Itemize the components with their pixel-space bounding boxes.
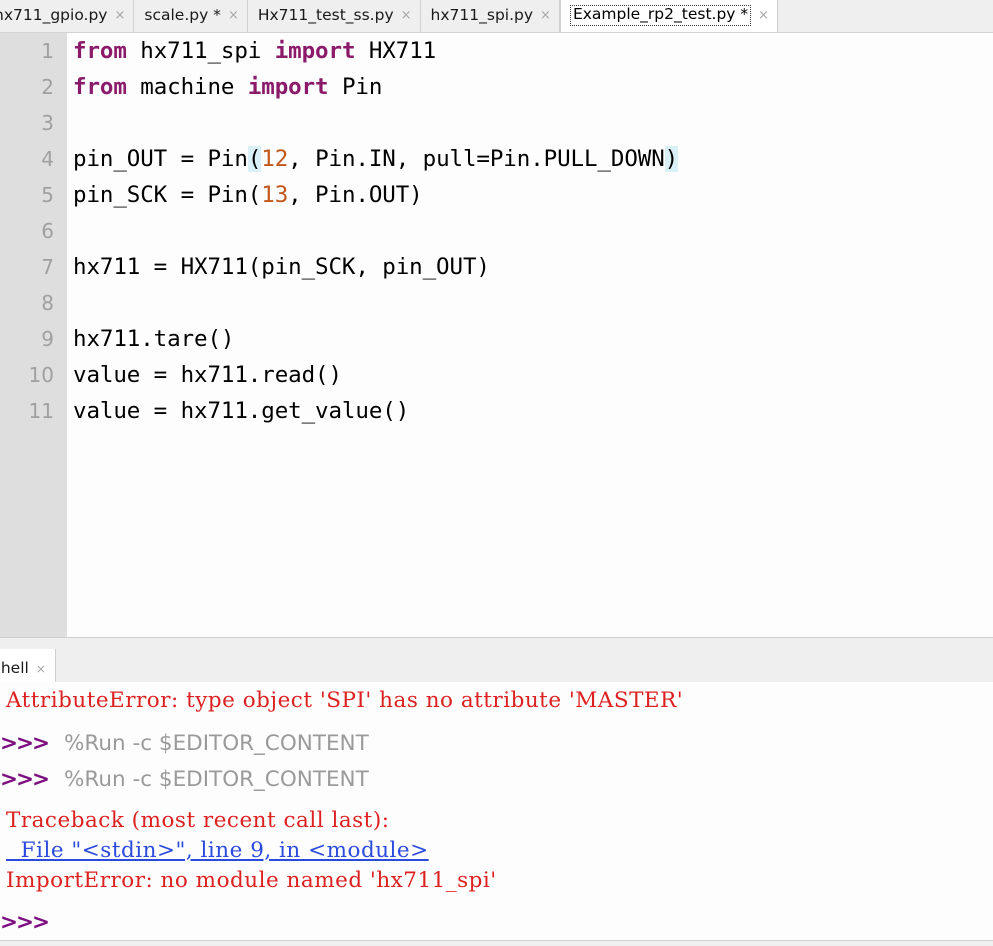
code-text: , Pin.OUT): [288, 182, 423, 208]
editor-tab-label: Hx711_test_ss.py: [257, 5, 394, 24]
shell-tab-label: Shell: [0, 658, 29, 677]
line-number: 4: [41, 147, 54, 171]
code-text-area[interactable]: from hx711_spi import HX711 from machine…: [67, 33, 993, 637]
editor-tab-label: hx711_gpio.py: [0, 5, 108, 24]
shell-error-line: ImportError: no module named 'hx711_spi': [6, 868, 497, 893]
keyword-from: from: [73, 74, 127, 100]
code-line-4: pin_OUT = Pin(12, Pin.IN, pull=Pin.PULL_…: [73, 141, 678, 177]
line-number: 5: [41, 183, 54, 207]
line-number: 11: [28, 399, 54, 423]
line-number: 9: [41, 327, 54, 351]
editor-tab-scale[interactable]: scale.py * ×: [134, 0, 248, 32]
matching-bracket: ): [664, 146, 679, 172]
code-line-7: hx711 = HX711(pin_SCK, pin_OUT): [73, 254, 490, 280]
line-number-gutter: 1 2 3 4 5 6 7 8 9 10 11: [0, 33, 67, 637]
shell-error-line: AttributeError: type object 'SPI' has no…: [6, 688, 684, 713]
code-text: Pin: [328, 74, 383, 100]
code-line-11: value = hx711.get_value(): [73, 398, 410, 424]
shell-output-console[interactable]: AttributeError: type object 'SPI' has no…: [0, 682, 993, 940]
line-number: 10: [28, 363, 54, 387]
code-text: , Pin.IN, pull=Pin.PULL_DOWN: [288, 146, 665, 172]
code-text: pin_OUT = Pin: [73, 146, 248, 172]
line-number: 7: [41, 255, 54, 279]
code-editor[interactable]: 1 2 3 4 5 6 7 8 9 10 11 from hx711_spi i…: [0, 33, 993, 637]
line-number: 6: [41, 219, 54, 243]
editor-tab-hx711-gpio[interactable]: hx711_gpio.py ×: [0, 0, 135, 32]
matching-bracket: (: [247, 146, 262, 172]
shell-prompt: >>>: [0, 767, 50, 792]
code-text: HX711: [355, 38, 437, 64]
code-line-1: from hx711_spi import HX711: [73, 33, 436, 69]
editor-tab-example-rp2-test[interactable]: Example_rp2_test.py * ×: [559, 0, 779, 32]
line-number: 3: [41, 111, 54, 135]
line-number: 2: [41, 75, 54, 99]
code-line-10: value = hx711.read(): [73, 362, 342, 388]
number-literal: 13: [261, 182, 289, 208]
keyword-import: import: [247, 74, 329, 100]
shell-prompt: >>>: [0, 731, 50, 756]
line-number: 8: [41, 291, 54, 315]
editor-tab-bar: hx711_gpio.py × scale.py * × Hx711_test_…: [0, 0, 993, 33]
keyword-import: import: [274, 38, 356, 64]
code-text: machine: [126, 74, 248, 100]
number-literal: 12: [261, 146, 289, 172]
code-line-9: hx711.tare(): [73, 326, 235, 352]
close-icon[interactable]: ×: [758, 9, 769, 22]
shell-input-prompt[interactable]: >>>: [0, 904, 50, 940]
close-icon[interactable]: ×: [540, 9, 551, 22]
code-line-5: pin_SCK = Pin(13, Pin.OUT): [73, 177, 423, 213]
editor-tab-hx711-test-ss[interactable]: Hx711_test_ss.py ×: [247, 0, 421, 32]
code-text: hx711_spi: [126, 38, 275, 64]
close-icon[interactable]: ×: [114, 9, 125, 22]
thonny-ide-window: hx711_gpio.py × scale.py * × Hx711_test_…: [0, 0, 993, 946]
line-number: 1: [41, 39, 54, 63]
close-icon[interactable]: ×: [228, 9, 239, 22]
editor-tab-label: hx711_spi.py: [430, 5, 534, 24]
code-line-2: from machine import Pin: [73, 69, 382, 105]
keyword-from: from: [73, 38, 127, 64]
shell-command-line: %Run -c $EDITOR_CONTENT: [64, 731, 369, 756]
status-bar: [0, 940, 993, 946]
close-icon[interactable]: ×: [401, 9, 412, 22]
close-icon[interactable]: ×: [36, 663, 46, 675]
shell-tab-bar: Shell ×: [0, 637, 993, 687]
code-text: pin_SCK = Pin(: [73, 182, 262, 208]
shell-command-line: %Run -c $EDITOR_CONTENT: [64, 767, 369, 792]
editor-tab-hx711-spi[interactable]: hx711_spi.py ×: [420, 0, 560, 32]
editor-tab-label: Example_rp2_test.py *: [569, 5, 752, 26]
editor-tab-label: scale.py *: [144, 5, 221, 24]
